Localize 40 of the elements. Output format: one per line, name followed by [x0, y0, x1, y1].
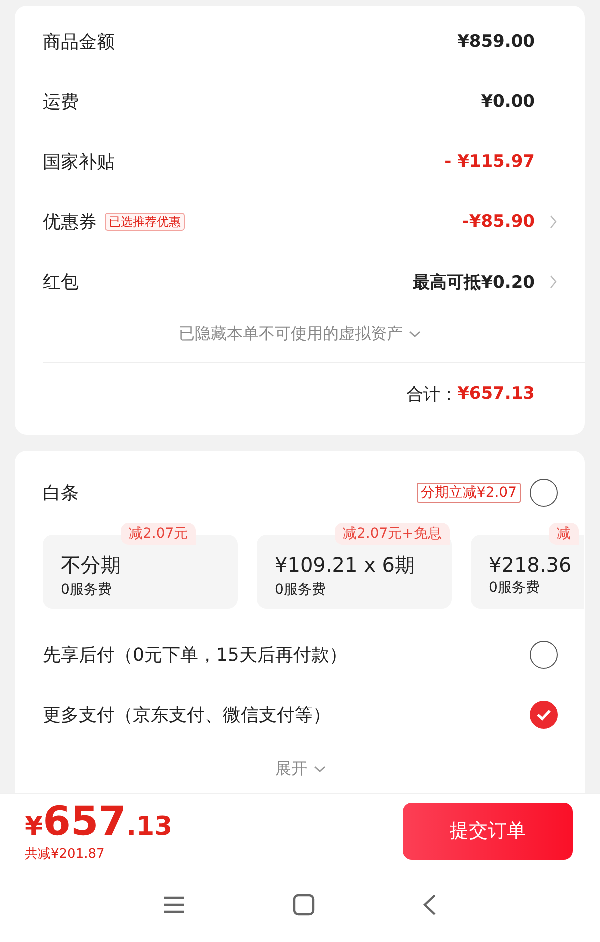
back-icon[interactable]: [423, 894, 437, 916]
chevron-down-icon[interactable]: [409, 330, 421, 338]
discount-tag: 减: [549, 523, 579, 545]
plan-title: ¥218.36: [489, 553, 573, 577]
discount-tag: 减2.07元: [121, 523, 196, 545]
row-value: ¥0.00: [481, 92, 535, 112]
savings-text: 共减¥201.87: [25, 846, 106, 863]
row-value: - ¥115.97: [444, 152, 535, 172]
total-label: 合计：: [406, 384, 458, 406]
promo-tag: 分期立减¥2.07: [416, 483, 521, 503]
menu-icon[interactable]: [163, 896, 185, 914]
payment-option-label: 白条: [43, 482, 79, 505]
row-value: 最高可抵¥0.20: [413, 272, 535, 294]
row-value: -¥85.90: [462, 212, 535, 232]
row-label: 红包: [43, 271, 79, 294]
row-label: 国家补贴: [43, 151, 115, 174]
radio-button[interactable]: [530, 701, 558, 729]
total-price: ¥657.13: [25, 799, 173, 845]
coupon-tag: 已选推荐优惠: [105, 213, 185, 231]
payment-option-label: 更多支付（京东支付、微信支付等）: [43, 704, 331, 727]
plan-title: ¥109.21 x 6期: [275, 552, 416, 578]
row-label: 商品金额: [43, 31, 115, 54]
expand-toggle[interactable]: 展开: [276, 758, 308, 780]
service-fee: 0服务费: [275, 580, 327, 598]
home-icon[interactable]: [293, 894, 315, 916]
chevron-down-icon[interactable]: [314, 766, 326, 772]
plan-title: 不分期: [61, 552, 122, 578]
row-label: 优惠券: [43, 211, 97, 234]
service-fee: 0服务费: [61, 580, 113, 598]
payment-option-label: 先享后付（0元下单，15天后再付款）: [43, 644, 348, 667]
row-value: ¥859.00: [458, 32, 535, 52]
total-value: ¥657.13: [458, 384, 535, 404]
radio-button[interactable]: [530, 479, 558, 507]
radio-button[interactable]: [530, 641, 558, 669]
hidden-assets-toggle[interactable]: 已隐藏本单不可使用的虚拟资产: [179, 324, 403, 344]
submit-order-button[interactable]: 提交订单: [403, 802, 573, 860]
discount-tag: 减2.07元+免息: [335, 523, 450, 545]
row-label: 运费: [43, 91, 79, 114]
checkmark-icon: [536, 709, 552, 721]
service-fee: 0服务费: [489, 579, 541, 597]
